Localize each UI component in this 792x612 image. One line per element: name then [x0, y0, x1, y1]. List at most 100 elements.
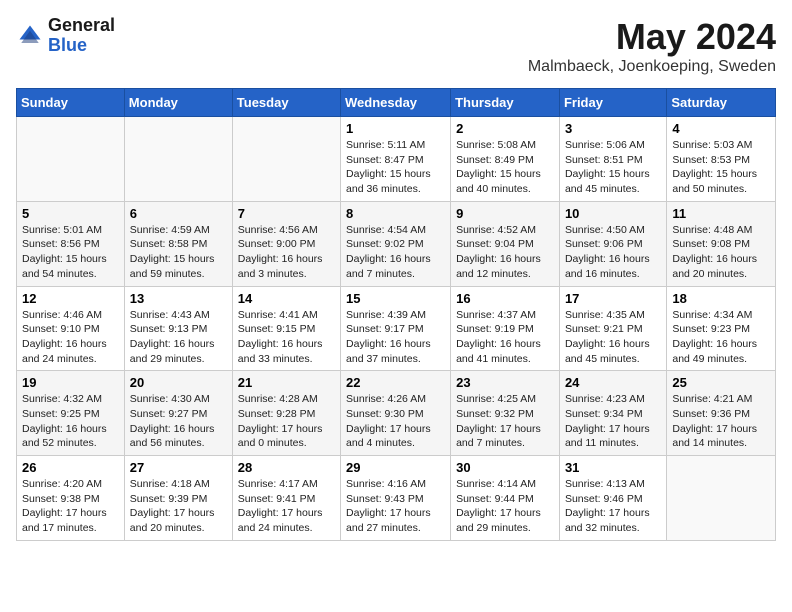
day-number: 7	[238, 206, 335, 221]
day-info: Sunrise: 4:56 AM Sunset: 9:00 PM Dayligh…	[238, 223, 335, 282]
day-info: Sunrise: 4:46 AM Sunset: 9:10 PM Dayligh…	[22, 308, 119, 367]
day-number: 12	[22, 291, 119, 306]
day-number: 16	[456, 291, 554, 306]
day-info: Sunrise: 4:32 AM Sunset: 9:25 PM Dayligh…	[22, 392, 119, 451]
day-number: 23	[456, 375, 554, 390]
calendar-table: SundayMondayTuesdayWednesdayThursdayFrid…	[16, 88, 776, 541]
day-number: 5	[22, 206, 119, 221]
day-number: 31	[565, 460, 661, 475]
calendar-cell: 5Sunrise: 5:01 AM Sunset: 8:56 PM Daylig…	[17, 201, 125, 286]
day-number: 14	[238, 291, 335, 306]
logo-blue-text: Blue	[48, 36, 115, 56]
calendar-week-3: 12 Sunrise: 4:46 AM Sunset: 9:10 PM Dayli…	[17, 286, 776, 371]
column-header-tuesday: Tuesday	[232, 89, 340, 117]
calendar-cell	[17, 117, 125, 202]
calendar-cell	[667, 456, 776, 541]
calendar-cell: 14Sunrise: 4:41 AM Sunset: 9:15 PM Dayli…	[232, 286, 340, 371]
column-header-saturday: Saturday	[667, 89, 776, 117]
day-number: 19	[22, 375, 119, 390]
day-number: 24	[565, 375, 661, 390]
calendar-cell: 22Sunrise: 4:26 AM Sunset: 9:30 PM Dayli…	[341, 371, 451, 456]
day-number: 10	[565, 206, 661, 221]
title-block: May 2024 Malmbaeck, Joenkoeping, Sweden	[528, 16, 776, 76]
calendar-cell: 29 Sunrise: 4:16 AM Sunset: 9:43 PM Dayli…	[341, 456, 451, 541]
calendar-cell: 23Sunrise: 4:25 AM Sunset: 9:32 PM Dayli…	[451, 371, 560, 456]
calendar-cell: 3 Sunrise: 5:06 AM Sunset: 8:51 PM Daylig…	[559, 117, 666, 202]
day-info: Sunrise: 5:08 AM Sunset: 8:49 PM Dayligh…	[456, 138, 554, 197]
day-number: 30	[456, 460, 554, 475]
calendar-week-2: 5Sunrise: 5:01 AM Sunset: 8:56 PM Daylig…	[17, 201, 776, 286]
day-number: 8	[346, 206, 445, 221]
day-number: 11	[672, 206, 770, 221]
location-title: Malmbaeck, Joenkoeping, Sweden	[528, 58, 776, 76]
logo-icon	[16, 22, 44, 50]
calendar-cell: 16 Sunrise: 4:37 AM Sunset: 9:19 PM Dayli…	[451, 286, 560, 371]
day-number: 18	[672, 291, 770, 306]
day-info: Sunrise: 4:52 AM Sunset: 9:04 PM Dayligh…	[456, 223, 554, 282]
day-number: 3	[565, 121, 661, 136]
day-info: Sunrise: 4:59 AM Sunset: 8:58 PM Dayligh…	[130, 223, 227, 282]
day-info: Sunrise: 4:35 AM Sunset: 9:21 PM Dayligh…	[565, 308, 661, 367]
calendar-cell: 1Sunrise: 5:11 AM Sunset: 8:47 PM Daylig…	[341, 117, 451, 202]
day-number: 15	[346, 291, 445, 306]
day-number: 13	[130, 291, 227, 306]
day-info: Sunrise: 4:16 AM Sunset: 9:43 PM Dayligh…	[346, 477, 445, 536]
calendar-cell	[232, 117, 340, 202]
calendar-cell: 7 Sunrise: 4:56 AM Sunset: 9:00 PM Daylig…	[232, 201, 340, 286]
day-info: Sunrise: 4:37 AM Sunset: 9:19 PM Dayligh…	[456, 308, 554, 367]
day-number: 9	[456, 206, 554, 221]
calendar-week-1: 1Sunrise: 5:11 AM Sunset: 8:47 PM Daylig…	[17, 117, 776, 202]
column-header-friday: Friday	[559, 89, 666, 117]
day-number: 28	[238, 460, 335, 475]
logo-general-text: General	[48, 16, 115, 36]
day-number: 27	[130, 460, 227, 475]
day-number: 6	[130, 206, 227, 221]
day-info: Sunrise: 4:34 AM Sunset: 9:23 PM Dayligh…	[672, 308, 770, 367]
day-number: 26	[22, 460, 119, 475]
day-number: 2	[456, 121, 554, 136]
day-number: 17	[565, 291, 661, 306]
day-info: Sunrise: 5:03 AM Sunset: 8:53 PM Dayligh…	[672, 138, 770, 197]
calendar-cell: 31 Sunrise: 4:13 AM Sunset: 9:46 PM Dayli…	[559, 456, 666, 541]
day-info: Sunrise: 5:06 AM Sunset: 8:51 PM Dayligh…	[565, 138, 661, 197]
day-info: Sunrise: 4:50 AM Sunset: 9:06 PM Dayligh…	[565, 223, 661, 282]
day-info: Sunrise: 4:18 AM Sunset: 9:39 PM Dayligh…	[130, 477, 227, 536]
day-info: Sunrise: 4:23 AM Sunset: 9:34 PM Dayligh…	[565, 392, 661, 451]
calendar-cell: 27 Sunrise: 4:18 AM Sunset: 9:39 PM Dayli…	[124, 456, 232, 541]
calendar-cell: 12 Sunrise: 4:46 AM Sunset: 9:10 PM Dayli…	[17, 286, 125, 371]
day-info: Sunrise: 4:54 AM Sunset: 9:02 PM Dayligh…	[346, 223, 445, 282]
calendar-cell: 11 Sunrise: 4:48 AM Sunset: 9:08 PM Dayli…	[667, 201, 776, 286]
calendar-cell: 30 Sunrise: 4:14 AM Sunset: 9:44 PM Dayli…	[451, 456, 560, 541]
calendar-cell: 8 Sunrise: 4:54 AM Sunset: 9:02 PM Daylig…	[341, 201, 451, 286]
day-info: Sunrise: 4:14 AM Sunset: 9:44 PM Dayligh…	[456, 477, 554, 536]
calendar-cell: 6 Sunrise: 4:59 AM Sunset: 8:58 PM Daylig…	[124, 201, 232, 286]
day-info: Sunrise: 4:20 AM Sunset: 9:38 PM Dayligh…	[22, 477, 119, 536]
calendar-cell: 20Sunrise: 4:30 AM Sunset: 9:27 PM Dayli…	[124, 371, 232, 456]
page-header: General Blue May 2024 Malmbaeck, Joenkoe…	[16, 16, 776, 76]
calendar-week-4: 19 Sunrise: 4:32 AM Sunset: 9:25 PM Dayli…	[17, 371, 776, 456]
day-info: Sunrise: 4:21 AM Sunset: 9:36 PM Dayligh…	[672, 392, 770, 451]
day-info: Sunrise: 4:39 AM Sunset: 9:17 PM Dayligh…	[346, 308, 445, 367]
calendar-cell: 24 Sunrise: 4:23 AM Sunset: 9:34 PM Dayli…	[559, 371, 666, 456]
calendar-cell: 21Sunrise: 4:28 AM Sunset: 9:28 PM Dayli…	[232, 371, 340, 456]
logo: General Blue	[16, 16, 115, 56]
calendar-cell: 2 Sunrise: 5:08 AM Sunset: 8:49 PM Daylig…	[451, 117, 560, 202]
day-info: Sunrise: 4:48 AM Sunset: 9:08 PM Dayligh…	[672, 223, 770, 282]
calendar-cell: 28Sunrise: 4:17 AM Sunset: 9:41 PM Dayli…	[232, 456, 340, 541]
day-info: Sunrise: 4:13 AM Sunset: 9:46 PM Dayligh…	[565, 477, 661, 536]
calendar-cell: 19 Sunrise: 4:32 AM Sunset: 9:25 PM Dayli…	[17, 371, 125, 456]
day-info: Sunrise: 4:43 AM Sunset: 9:13 PM Dayligh…	[130, 308, 227, 367]
calendar-cell: 15 Sunrise: 4:39 AM Sunset: 9:17 PM Dayli…	[341, 286, 451, 371]
column-header-thursday: Thursday	[451, 89, 560, 117]
column-header-monday: Monday	[124, 89, 232, 117]
day-number: 25	[672, 375, 770, 390]
month-title: May 2024	[528, 16, 776, 58]
calendar-cell: 4 Sunrise: 5:03 AM Sunset: 8:53 PM Daylig…	[667, 117, 776, 202]
calendar-week-5: 26 Sunrise: 4:20 AM Sunset: 9:38 PM Dayli…	[17, 456, 776, 541]
day-number: 22	[346, 375, 445, 390]
day-number: 29	[346, 460, 445, 475]
day-number: 4	[672, 121, 770, 136]
column-header-sunday: Sunday	[17, 89, 125, 117]
calendar-cell: 10 Sunrise: 4:50 AM Sunset: 9:06 PM Dayli…	[559, 201, 666, 286]
calendar-cell: 9 Sunrise: 4:52 AM Sunset: 9:04 PM Daylig…	[451, 201, 560, 286]
